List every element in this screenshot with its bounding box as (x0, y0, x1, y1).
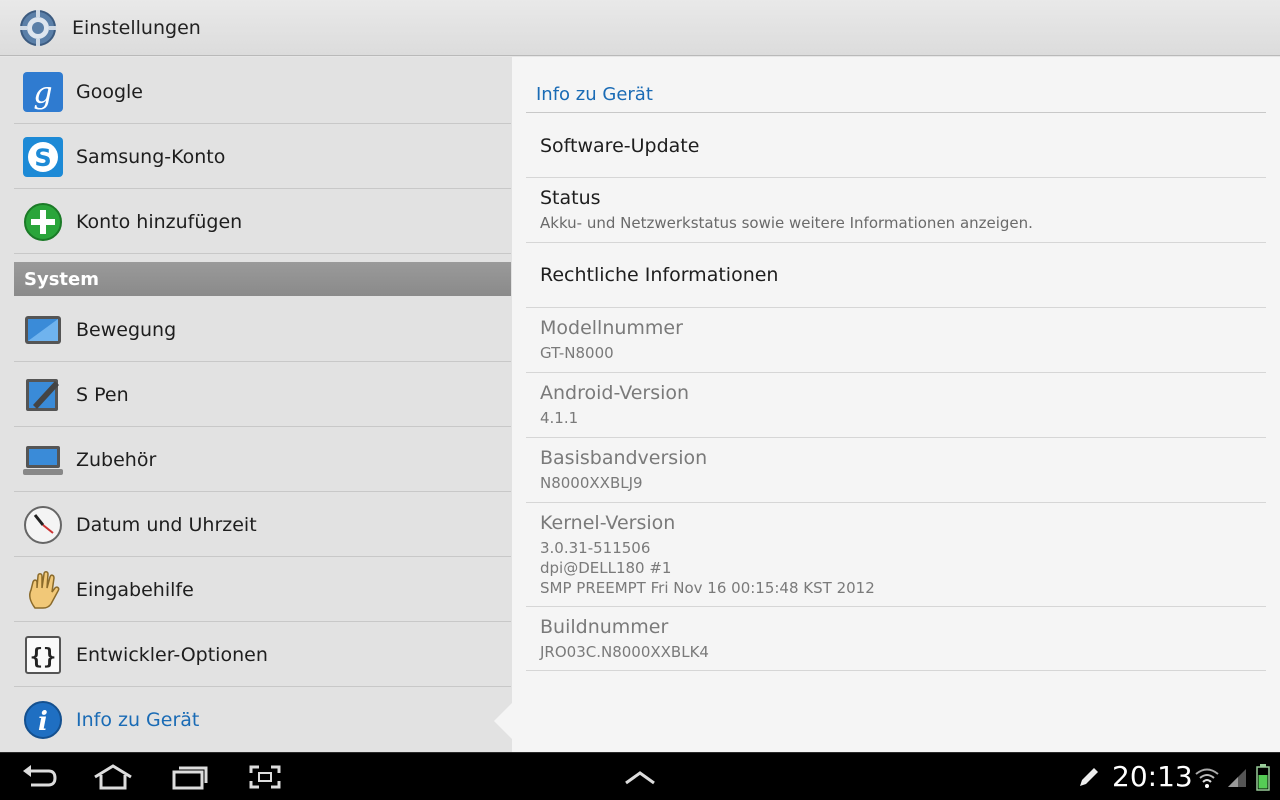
settings-item-label: Eingabehilfe (76, 578, 194, 601)
screenshot-icon[interactable] (240, 761, 290, 793)
pen-icon (1064, 761, 1114, 793)
selection-pointer (494, 703, 512, 739)
item-title: Modellnummer (540, 317, 683, 339)
section-header-system: System (14, 262, 511, 296)
recent-apps-icon[interactable] (164, 761, 214, 793)
settings-item-about-device[interactable]: i Info zu Gerät (14, 688, 511, 752)
system-navigation-bar: 20:13 (0, 752, 1280, 800)
back-icon[interactable] (14, 761, 64, 793)
wifi-icon (1190, 761, 1224, 793)
settings-item-label: Bewegung (76, 318, 177, 341)
accessory-icon (20, 437, 66, 483)
item-value: 3.0.31-511506 (540, 538, 651, 557)
clock-icon (20, 502, 66, 548)
motion-icon (20, 307, 66, 353)
settings-item-developer-options[interactable]: {} Entwickler-Optionen (14, 623, 511, 687)
item-title: Basisbandversion (540, 447, 708, 469)
settings-item-motion[interactable]: Bewegung (14, 298, 511, 362)
software-update-item[interactable]: Software-Update (526, 114, 1266, 178)
settings-item-label: S Pen (76, 383, 129, 406)
item-value: dpi@DELL180 #1 (540, 558, 672, 577)
settings-item-google[interactable]: g Google (14, 60, 511, 124)
status-item[interactable]: Status Akku- und Netzwerkstatus sowie we… (526, 178, 1266, 243)
item-title: Software-Update (540, 134, 700, 157)
settings-item-label: Datum und Uhrzeit (76, 513, 257, 536)
item-title: Kernel-Version (540, 511, 676, 534)
app-title: Einstellungen (72, 16, 201, 39)
svg-text:S: S (34, 144, 51, 172)
item-value: 4.1.1 (540, 409, 579, 427)
settings-category-list: g Google S Samsung-Konto Konto hinzufüge… (0, 57, 512, 752)
item-value: SMP PREEMPT Fri Nov 16 00:15:48 KST 2012 (540, 578, 875, 597)
settings-item-s-pen[interactable]: S Pen (14, 363, 511, 427)
settings-gear-icon[interactable] (18, 8, 58, 48)
settings-item-date-time[interactable]: Datum und Uhrzeit (14, 493, 511, 557)
baseband-version-item: Basisbandversion N8000XXBLJ9 (526, 438, 1266, 503)
action-bar: Einstellungen (0, 0, 1280, 56)
svg-text:g: g (33, 76, 52, 111)
settings-item-label: Konto hinzufügen (76, 210, 243, 233)
settings-item-label: Entwickler-Optionen (76, 643, 268, 666)
item-summary: Akku- und Netzwerkstatus sowie weitere I… (540, 214, 1033, 232)
settings-item-accessory[interactable]: Zubehör (14, 428, 511, 492)
settings-item-add-account[interactable]: Konto hinzufügen (14, 190, 511, 254)
s-pen-icon (20, 372, 66, 418)
kernel-version-item: Kernel-Version 3.0.31-511506 dpi@DELL180… (526, 503, 1266, 607)
settings-item-label: Google (76, 80, 144, 103)
item-title: Status (540, 187, 601, 209)
add-account-icon (20, 199, 66, 245)
model-number-item: Modellnummer GT-N8000 (526, 308, 1266, 373)
hand-icon (20, 567, 66, 613)
legal-info-item[interactable]: Rechtliche Informationen (526, 243, 1266, 308)
settings-item-samsung-account[interactable]: S Samsung-Konto (14, 125, 511, 189)
item-title: Android-Version (540, 382, 690, 404)
svg-text:{}: {} (30, 645, 57, 670)
detail-pane: Info zu Gerät Software-Update Status Akk… (512, 57, 1280, 752)
settings-item-accessibility[interactable]: Eingabehilfe (14, 558, 511, 622)
developer-braces-icon: {} (20, 632, 66, 678)
detail-header: Info zu Gerät (526, 77, 1266, 113)
up-chevron-icon[interactable] (615, 761, 665, 793)
item-title: Buildnummer (540, 615, 669, 638)
build-number-item: Buildnummer JRO03C.N8000XXBLK4 (526, 607, 1266, 671)
item-value: JRO03C.N8000XXBLK4 (540, 642, 709, 661)
item-value: GT-N8000 (540, 344, 614, 362)
samsung-account-icon: S (20, 134, 66, 180)
item-value: N8000XXBLJ9 (540, 474, 643, 492)
google-icon: g (20, 69, 66, 115)
home-icon[interactable] (88, 761, 138, 793)
clock-time: 20:13 (1112, 760, 1193, 793)
android-version-item: Android-Version 4.1.1 (526, 373, 1266, 438)
battery-icon (1248, 761, 1278, 793)
settings-item-label: Zubehör (76, 448, 157, 471)
settings-item-label: Samsung-Konto (76, 145, 226, 168)
settings-item-label: Info zu Gerät (76, 709, 200, 731)
item-title: Rechtliche Informationen (540, 264, 779, 286)
svg-text:i: i (38, 707, 48, 737)
info-icon: i (20, 697, 66, 743)
